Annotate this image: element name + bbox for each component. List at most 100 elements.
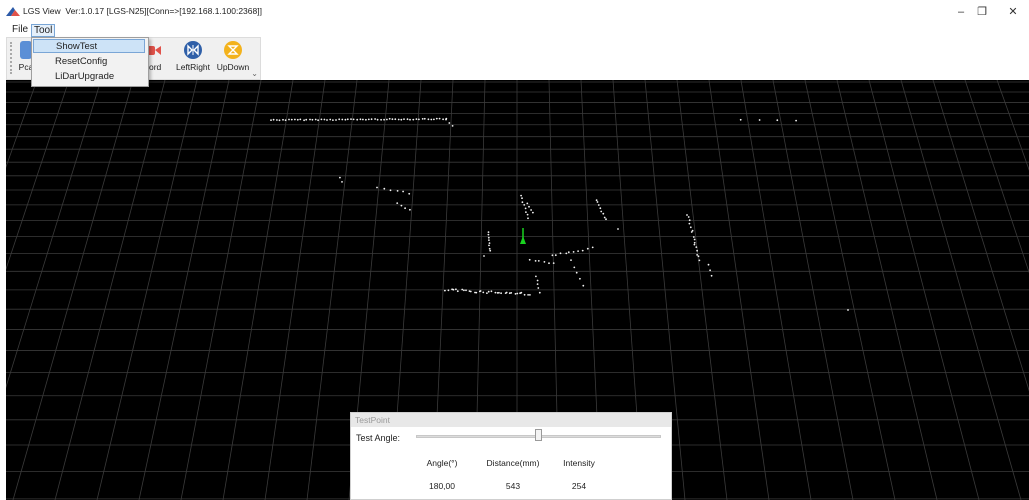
scan-point (346, 118, 349, 121)
menu-item-lidarupgrade[interactable]: LiDarUpgrade (33, 70, 145, 84)
scan-point (591, 246, 594, 249)
scan-point (490, 290, 493, 293)
scan-point (303, 119, 305, 122)
scan-point (461, 288, 464, 291)
scan-point (528, 258, 531, 261)
menu-file[interactable]: File (10, 24, 30, 37)
scan-point (370, 118, 373, 121)
scan-point (341, 181, 343, 183)
restore-button[interactable]: ❐ (967, 3, 997, 21)
scan-point (554, 254, 557, 257)
scan-point (309, 118, 311, 121)
scan-point (505, 291, 508, 294)
menu-bar: File Tool (0, 24, 1029, 37)
scan-point (548, 262, 550, 265)
scan-point (311, 118, 314, 121)
scan-point (367, 118, 370, 121)
scan-point (438, 117, 441, 120)
scan-point (402, 190, 404, 193)
scan-point (489, 249, 492, 252)
scan-point (695, 246, 698, 249)
scan-point (572, 251, 575, 253)
scan-point (397, 118, 400, 121)
intensity-value: 254 (571, 481, 587, 491)
scan-point (586, 247, 589, 250)
app-name: LGS View (23, 6, 61, 16)
scan-point (603, 216, 606, 219)
scan-point (475, 291, 478, 294)
left-right-button[interactable]: LeftRight (173, 40, 213, 78)
scan-point (344, 118, 347, 121)
toolbar-overflow-button[interactable]: ⌄ (251, 69, 258, 78)
scan-point (448, 122, 451, 124)
test-angle-slider-thumb[interactable] (534, 429, 542, 441)
scan-point (451, 125, 454, 127)
scan-point (270, 119, 272, 121)
scan-point (415, 118, 418, 120)
scan-point (455, 288, 457, 291)
scan-point (524, 207, 527, 210)
scan-point (707, 263, 710, 266)
scan-point (575, 271, 578, 274)
scan-point (692, 236, 695, 238)
intensity-header: Intensity (563, 458, 595, 468)
scan-point (597, 204, 600, 206)
test-angle-label: Test Angle: (356, 433, 401, 443)
scan-point (538, 291, 541, 294)
scan-point (412, 118, 415, 121)
scan-point (430, 118, 433, 121)
scan-point (582, 284, 585, 287)
tool-dropdown-menu: ShowTest ResetConfig LiDarUpgrade (31, 37, 149, 87)
scan-point (276, 119, 278, 121)
menu-item-resetconfig[interactable]: ResetConfig (33, 55, 145, 69)
scan-point (525, 211, 527, 214)
scan-point (581, 249, 584, 252)
scan-point (527, 217, 529, 220)
scan-point (423, 117, 426, 120)
scan-point (521, 197, 523, 200)
scan-point (526, 202, 529, 205)
scan-point (690, 231, 693, 233)
scan-point (686, 214, 688, 216)
scan-point (463, 289, 465, 292)
scan-point (600, 210, 603, 213)
up-down-label: UpDown (216, 62, 250, 72)
up-down-button[interactable]: UpDown (215, 40, 251, 78)
scan-point (386, 118, 388, 121)
scan-point (339, 176, 341, 179)
scan-point (447, 289, 450, 292)
scan-point (350, 118, 352, 120)
scan-point (288, 118, 290, 121)
scan-point (442, 118, 444, 121)
scan-point (418, 118, 420, 121)
menu-item-showtest[interactable]: ShowTest (33, 39, 145, 53)
scan-point (383, 187, 386, 190)
test-point-title-bar[interactable]: TestPoint (351, 413, 671, 427)
scan-point (362, 118, 364, 121)
scan-point (688, 222, 691, 225)
scan-point (376, 118, 379, 121)
title-bar: LGS View Ver:1.0.17 [LGS-N25][Conn=>[192… (0, 0, 1029, 24)
scan-point (352, 118, 355, 121)
scan-point (602, 212, 605, 215)
scan-point (698, 259, 701, 262)
scan-point (456, 290, 459, 293)
scan-point (469, 290, 472, 293)
scan-point (284, 119, 287, 122)
close-button[interactable]: ✕ (998, 3, 1028, 21)
scan-point (389, 189, 392, 192)
distance-header: Distance(mm) (486, 458, 540, 468)
scan-point (696, 249, 698, 252)
scan-point (314, 118, 317, 121)
scan-point (739, 118, 742, 121)
scan-point (709, 269, 711, 272)
scan-point (329, 118, 332, 121)
scan-point (365, 118, 367, 121)
scan-point (335, 119, 337, 121)
scan-point (488, 239, 490, 242)
scan-point (710, 274, 713, 277)
menu-tool[interactable]: Tool (31, 24, 56, 37)
scan-point (596, 201, 599, 203)
scan-point (294, 118, 296, 121)
scan-point (529, 294, 531, 296)
